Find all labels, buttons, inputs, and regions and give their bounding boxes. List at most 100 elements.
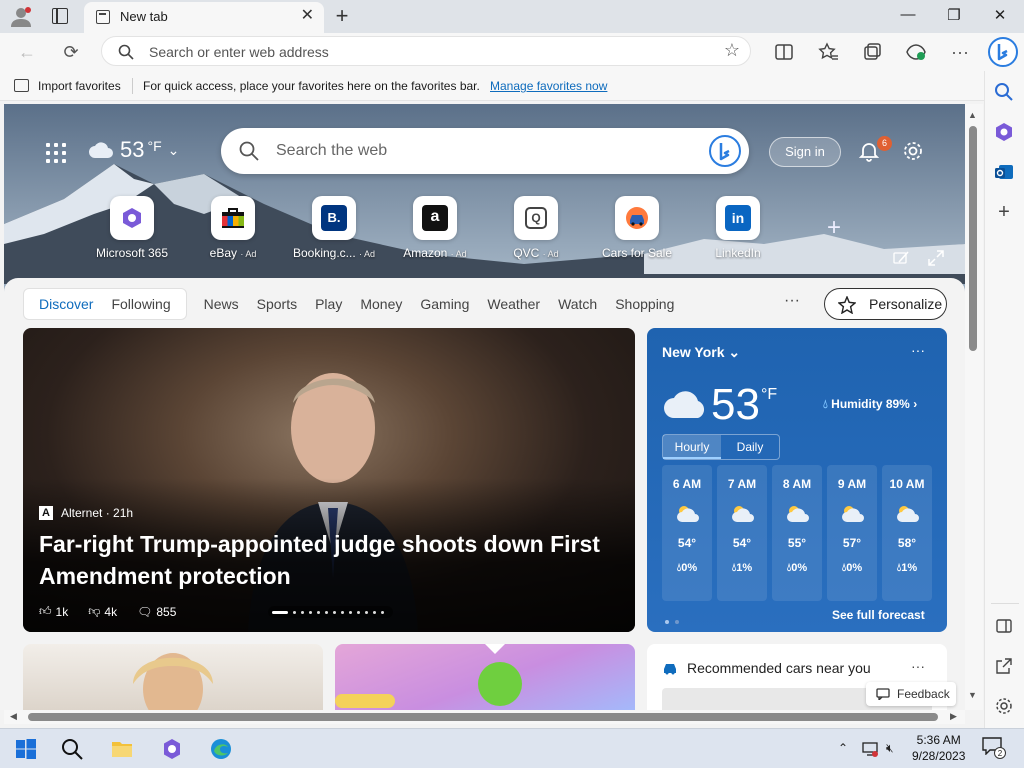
system-clock[interactable]: 5:36 AM 9/28/2023 (912, 732, 965, 764)
scroll-up-arrow[interactable]: ▲ (968, 110, 977, 120)
game-card[interactable] (335, 644, 635, 710)
hide-sidebar-icon[interactable] (993, 615, 1015, 637)
like-button[interactable]: 👍︎ 1k (39, 604, 72, 619)
tab-sports[interactable]: Sports (248, 296, 306, 312)
microsoft-365-icon[interactable] (993, 121, 1015, 143)
tab-discover[interactable]: Discover (30, 296, 102, 312)
windows-start-icon[interactable] (14, 737, 38, 761)
cars-card-menu-button[interactable]: ··· (911, 658, 925, 674)
hour-column[interactable]: 9 AM 57° 💧︎0% (827, 465, 877, 601)
hour-column[interactable]: 6 AM 54° 💧︎0% (662, 465, 712, 601)
hour-column[interactable]: 8 AM 55° 💧︎0% (772, 465, 822, 601)
scroll-right-arrow[interactable]: ▶ (950, 711, 957, 722)
tab-gaming[interactable]: Gaming (411, 296, 478, 312)
copilot-bing-icon[interactable] (988, 37, 1018, 67)
hour-column[interactable]: 7 AM 54° 💧︎1% (717, 465, 767, 601)
tile-amazon[interactable]: a Amazon · Ad (390, 196, 480, 260)
restore-button[interactable]: ❐ (944, 6, 964, 24)
sign-in-button[interactable]: Sign in (769, 137, 841, 167)
tab-hourly[interactable]: Hourly (663, 435, 721, 459)
edit-background-icon[interactable] (893, 250, 909, 266)
feedback-button[interactable]: Feedback (866, 682, 956, 706)
weather-location[interactable]: New York ⌄ (662, 344, 740, 361)
expand-icon[interactable] (928, 250, 944, 266)
back-icon[interactable]: ← (16, 41, 38, 63)
more-options-icon[interactable]: ··· (949, 41, 971, 63)
apps-launcher-icon[interactable] (46, 143, 66, 163)
tile-booking[interactable]: B. Booking.c... · Ad (289, 196, 379, 260)
new-tab-button[interactable]: + (332, 3, 352, 29)
tab-new-tab[interactable]: New tab ✕ (84, 2, 324, 33)
bing-chat-icon[interactable] (709, 135, 741, 167)
browser-essentials-icon[interactable] (905, 41, 927, 63)
search-icon[interactable] (993, 81, 1015, 103)
minimize-button[interactable]: — (898, 6, 918, 23)
tab-close-icon[interactable]: ✕ (301, 7, 314, 25)
dislike-button[interactable]: 👎︎ 4k (88, 604, 121, 619)
volume-muted-icon[interactable]: 🔇︎ (886, 741, 894, 756)
see-full-forecast-link[interactable]: See full forecast (832, 608, 925, 622)
gear-icon[interactable] (993, 695, 1015, 717)
hour-column[interactable]: 10 AM 58° 💧︎1% (882, 465, 932, 601)
article-headline[interactable]: Far-right Trump-appointed judge shoots d… (39, 528, 619, 592)
comments-button[interactable]: 🗨︎ 855 (137, 605, 180, 619)
refresh-icon[interactable]: ⟳ (60, 41, 82, 63)
weather-menu-button[interactable]: ··· (911, 342, 925, 358)
network-icon[interactable] (862, 741, 878, 757)
scroll-down-arrow[interactable]: ▼ (968, 690, 977, 700)
feed-more-button[interactable]: ··· (784, 292, 800, 310)
weather-card[interactable]: New York ⌄ ··· 53 °F 💧︎ Humidity 89% › H… (647, 328, 947, 632)
tile-microsoft-365[interactable]: Microsoft 365 (87, 196, 177, 260)
import-favorites-button[interactable]: Import favorites (38, 79, 121, 93)
tile-label: LinkedIn (715, 246, 761, 260)
tile-qvc[interactable]: Q QVC · Ad (491, 196, 581, 260)
humidity-readout[interactable]: 💧︎ Humidity 89% › (823, 397, 917, 412)
notification-center-icon[interactable]: 2 (982, 737, 1006, 759)
partly-cloudy-icon (897, 506, 919, 522)
scroll-left-arrow[interactable]: ◀ (10, 711, 17, 722)
gear-icon[interactable] (902, 140, 924, 162)
weather-pager[interactable] (665, 612, 685, 627)
article-source[interactable]: A Alternet · 21h (39, 506, 133, 520)
tab-actions-icon[interactable] (52, 8, 68, 24)
copilot-taskbar-icon[interactable] (160, 737, 184, 761)
tile-ebay[interactable]: eBay · Ad (188, 196, 278, 260)
outlook-icon[interactable] (993, 161, 1015, 183)
add-shortcut-button[interactable]: + (827, 214, 841, 242)
favorite-star-icon[interactable]: ☆ (724, 40, 740, 61)
split-screen-icon[interactable] (773, 41, 795, 63)
tab-shopping[interactable]: Shopping (606, 296, 683, 312)
file-explorer-icon[interactable] (110, 737, 134, 761)
horizontal-scrollbar[interactable]: ◀ ▶ (4, 710, 965, 724)
add-sidebar-app-icon[interactable]: + (993, 201, 1015, 223)
news-card-photo[interactable] (23, 644, 323, 710)
tab-weather[interactable]: Weather (478, 296, 549, 312)
address-bar[interactable]: Search or enter web address ☆ (101, 36, 751, 66)
favorites-icon[interactable] (817, 41, 839, 63)
header-weather[interactable]: 53 °F ⌄ (88, 137, 179, 163)
manage-favorites-link[interactable]: Manage favorites now (490, 79, 607, 93)
tab-money[interactable]: Money (351, 296, 411, 312)
web-search-box[interactable]: Search the web (221, 128, 749, 174)
carousel-pager[interactable] (268, 606, 393, 618)
horizontal-scroll-thumb[interactable] (28, 713, 938, 721)
tab-daily[interactable]: Daily (721, 435, 779, 459)
close-window-button[interactable]: ✕ (990, 6, 1010, 24)
tab-watch[interactable]: Watch (549, 296, 606, 312)
tab-news[interactable]: News (195, 296, 248, 312)
hero-news-card[interactable]: A Alternet · 21h Far-right Trump-appoint… (23, 328, 635, 632)
tile-linkedin[interactable]: in LinkedIn (693, 196, 783, 260)
edge-browser-icon[interactable] (209, 737, 233, 761)
vertical-scroll-thumb[interactable] (969, 126, 977, 351)
taskbar-search-icon[interactable] (60, 737, 84, 761)
thumbs-up-icon: 👍︎ (39, 604, 52, 618)
collections-icon[interactable] (861, 41, 883, 63)
tab-play[interactable]: Play (306, 296, 351, 312)
tile-cars-for-sale[interactable]: Cars for Sale (592, 196, 682, 260)
vertical-scrollbar[interactable]: ▲ ▼ (965, 104, 983, 710)
external-link-icon[interactable] (993, 655, 1015, 677)
profile-icon[interactable] (10, 6, 32, 28)
tab-following[interactable]: Following (102, 296, 179, 312)
chevron-up-icon[interactable]: ⌃ (838, 741, 848, 755)
personalize-button[interactable]: Personalize (824, 288, 947, 320)
